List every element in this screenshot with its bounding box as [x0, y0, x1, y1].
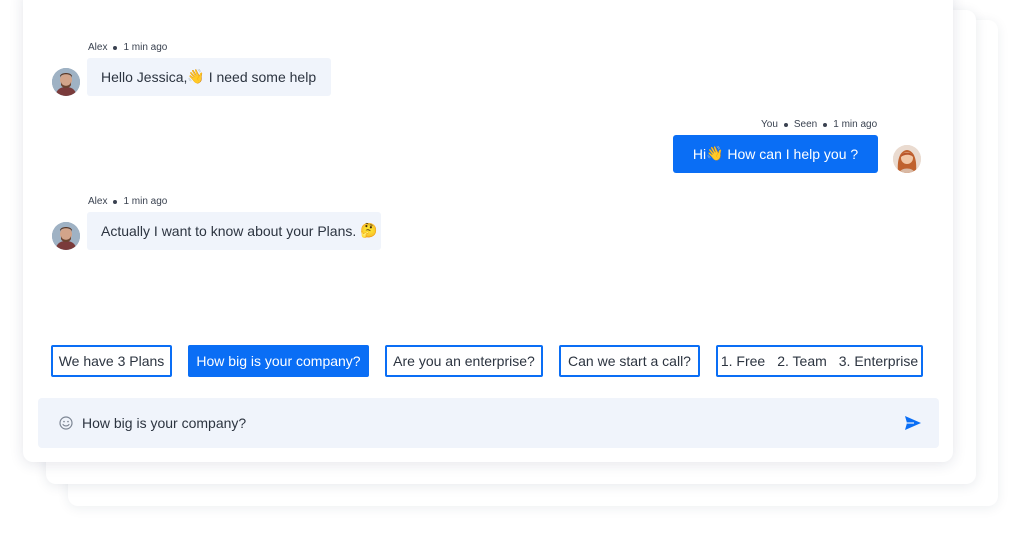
message-time: 1 min ago	[123, 196, 168, 207]
separator-dot	[823, 122, 828, 127]
plan-option-enterprise: 3. Enterprise	[838, 353, 919, 369]
message-text: Hi	[692, 146, 707, 162]
avatar-alex-image	[52, 222, 80, 250]
message-meta: Alex 1 min ago	[88, 196, 167, 207]
message-input[interactable]: How big is your company?	[82, 398, 882, 448]
message-status: Seen	[793, 119, 818, 130]
quick-reply-plans[interactable]: We have 3 Plans	[51, 345, 172, 377]
waving-hand-emoji: 👋	[706, 146, 724, 162]
sender-name: You	[761, 119, 778, 130]
message-time: 1 min ago	[123, 42, 168, 53]
plan-option-team: 2. Team	[777, 353, 827, 369]
sender-name: Alex	[88, 42, 108, 53]
quick-reply-call[interactable]: Can we start a call?	[559, 345, 700, 377]
sender-name: Alex	[88, 196, 108, 207]
avatar-alex-image	[52, 68, 80, 96]
message-bubble-incoming: Actually I want to know about your Plans…	[87, 212, 381, 250]
quick-reply-company-size[interactable]: How big is your company?	[188, 345, 369, 377]
quick-reply-label: Are you an enterprise?	[393, 353, 535, 369]
message-text: How can I help you ?	[723, 146, 859, 162]
message-meta: You Seen 1 min ago	[761, 119, 877, 130]
message-text: I need some help	[204, 69, 317, 85]
quick-reply-enterprise[interactable]: Are you an enterprise?	[385, 345, 543, 377]
quick-reply-plan-list[interactable]: 1. Free 2. Team 3. Enterprise	[716, 345, 923, 377]
plan-option-free: 1. Free	[720, 353, 766, 369]
thinking-face-emoji: 🤔	[360, 223, 378, 239]
message-meta: Alex 1 min ago	[88, 42, 167, 53]
waving-hand-emoji: 👋	[187, 69, 205, 85]
message-text: Hello Jessica,	[101, 69, 188, 85]
message-text: Actually I want to know about your Plans…	[101, 223, 361, 239]
separator-dot	[113, 199, 118, 204]
avatar-alex	[52, 222, 80, 250]
quick-reply-label: Can we start a call?	[568, 353, 691, 369]
separator-dot	[783, 122, 788, 127]
message-composer: How big is your company?	[38, 398, 939, 448]
avatar-you-image	[893, 145, 921, 173]
avatar-alex	[52, 68, 80, 96]
message-time: 1 min ago	[833, 119, 878, 130]
send-icon[interactable]	[904, 414, 922, 432]
smile-icon[interactable]	[58, 415, 74, 431]
separator-dot	[113, 45, 118, 50]
quick-reply-label: How big is your company?	[196, 353, 361, 369]
message-bubble-incoming: Hello Jessica, 👋 I need some help	[87, 58, 331, 96]
message-bubble-outgoing: Hi 👋 How can I help you ?	[673, 135, 878, 173]
avatar-you	[893, 145, 921, 173]
quick-reply-label: We have 3 Plans	[58, 353, 165, 369]
